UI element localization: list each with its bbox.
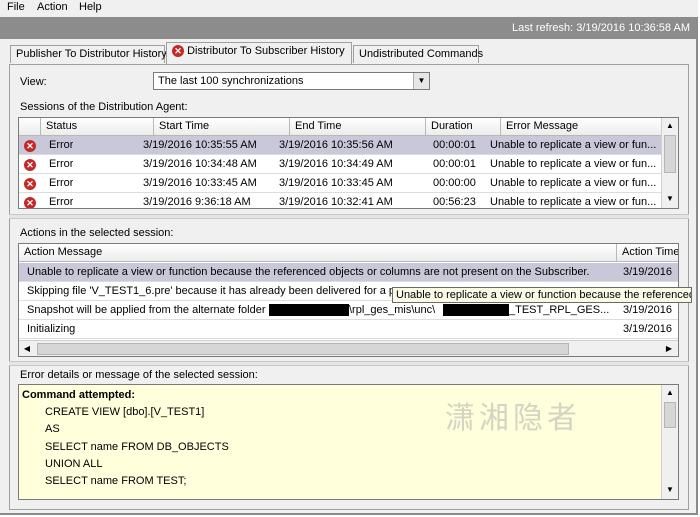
chevron-down-icon[interactable]: ▼ [413, 73, 429, 89]
tab-publisher-to-distributor[interactable]: Publisher To Distributor History [10, 45, 167, 63]
session-row[interactable]: ✕ Error 3/19/2016 10:34:48 AM 3/19/2016 … [19, 155, 663, 174]
col-action-time-header[interactable]: Action Time [617, 244, 678, 262]
sessions-vertical-scrollbar[interactable]: ▲ ▼ [661, 118, 678, 208]
action-message-part-a: Snapshot will be applied from the altern… [27, 304, 277, 316]
watermark: 潇湘隐者 [445, 401, 581, 436]
session-error: Unable to replicate a view or fun... [490, 158, 657, 170]
scroll-thumb[interactable] [664, 135, 676, 173]
scroll-thumb[interactable] [37, 343, 569, 355]
session-end: 3/19/2016 10:33:45 AM [279, 177, 393, 189]
action-time: 3/19/2016 [623, 266, 672, 278]
view-selected-value: The last 100 synchronizations [158, 75, 304, 87]
sessions-header-icon [19, 118, 41, 136]
action-row[interactable]: Unable to replicate a view or function b… [19, 263, 678, 282]
session-status: Error [49, 139, 74, 151]
sessions-label: Sessions of the Distribution Agent: [20, 101, 188, 113]
session-end: 3/19/2016 10:35:56 AM [279, 139, 393, 151]
view-dropdown[interactable]: The last 100 synchronizations ▼ [153, 72, 430, 90]
action-time: 3/19/2016 [623, 304, 672, 316]
session-start: 3/19/2016 10:33:45 AM [143, 177, 257, 189]
action-message: Skipping file 'V_TEST1_6.pre' because it… [27, 285, 399, 297]
details-line: SELECT name FROM DB_OBJECTS [45, 441, 229, 453]
tab-strip: Publisher To Distributor History ✕ Distr… [0, 39, 698, 65]
view-label: View: [20, 76, 47, 88]
session-end: 3/19/2016 10:34:49 AM [279, 158, 393, 170]
error-circle-icon: ✕ [24, 178, 36, 191]
splitter[interactable] [9, 214, 689, 219]
tab-distributor-to-subscriber[interactable]: ✕ Distributor To Subscriber History [166, 42, 352, 64]
actions-label: Actions in the selected session: [20, 227, 174, 239]
col-error-message-header[interactable]: Error Message [501, 118, 663, 136]
session-row[interactable]: ✕ Error 3/19/2016 10:35:55 AM 3/19/2016 … [19, 136, 663, 155]
session-start: 3/19/2016 9:36:18 AM [143, 196, 251, 208]
session-status: Error [49, 158, 74, 170]
col-action-message-header[interactable]: Action Message [19, 244, 617, 262]
session-duration: 00:56:23 [433, 196, 476, 208]
session-error: Unable to replicate a view or fun... [490, 196, 657, 208]
scroll-up-icon[interactable]: ▲ [662, 118, 678, 134]
details-line: UNION ALL [45, 458, 103, 470]
action-message-part-b: \rpl_ges_mis\unc\ [349, 304, 436, 316]
tab-publisher-label: Publisher To Distributor History [16, 48, 167, 60]
scroll-left-icon[interactable]: ◀ [19, 341, 35, 356]
scroll-thumb[interactable] [664, 402, 676, 428]
col-status-header[interactable]: Status [41, 118, 154, 136]
session-status: Error [49, 196, 74, 208]
sessions-grid: Status Start Time End Time Duration Erro… [18, 117, 679, 209]
session-duration: 00:00:01 [433, 139, 476, 151]
action-message: Initializing [27, 323, 76, 335]
scroll-right-icon[interactable]: ▶ [661, 341, 677, 356]
tab-distributor-label: Distributor To Subscriber History [187, 45, 345, 57]
error-circle-icon: ✕ [172, 45, 184, 58]
refresh-status-bar: Last refresh: 3/19/2016 10:36:58 AM [0, 17, 698, 39]
error-circle-icon: ✕ [24, 140, 36, 153]
session-row[interactable]: ✕ Error 3/19/2016 10:33:45 AM 3/19/2016 … [19, 174, 663, 193]
last-refresh-text: Last refresh: 3/19/2016 10:36:58 AM [512, 22, 690, 34]
scroll-up-icon[interactable]: ▲ [662, 385, 678, 401]
action-message: Unable to replicate a view or function b… [27, 266, 590, 278]
session-error: Unable to replicate a view or fun... [490, 177, 657, 189]
distribution-agent-window: File Action Help Last refresh: 3/19/2016… [0, 0, 698, 515]
action-message-part-c: _TEST_RPL_GES... [509, 304, 610, 316]
col-start-time-header[interactable]: Start Time [154, 118, 290, 136]
menu-bar: File Action Help [0, 0, 698, 17]
session-start: 3/19/2016 10:34:48 AM [143, 158, 257, 170]
details-line: SELECT name FROM TEST; [45, 475, 187, 487]
action-time: 3/19/2016 [623, 323, 672, 335]
redacted-block [443, 304, 509, 316]
details-line: CREATE VIEW [dbo].[V_TEST1] [45, 406, 205, 418]
details-label: Error details or message of the selected… [20, 369, 258, 381]
actions-horizontal-scrollbar[interactable]: ◀ ▶ [19, 340, 678, 356]
session-row[interactable]: ✕ Error 3/19/2016 9:36:18 AM 3/19/2016 1… [19, 193, 663, 208]
action-message-tooltip: Unable to replicate a view or function b… [392, 287, 692, 303]
error-circle-icon: ✕ [24, 159, 36, 172]
tab-undistributed-commands[interactable]: Undistributed Commands [353, 45, 483, 63]
col-end-time-header[interactable]: End Time [290, 118, 426, 136]
session-error: Unable to replicate a view or fun... [490, 139, 657, 151]
error-circle-icon: ✕ [24, 197, 36, 208]
action-row[interactable]: Initializing 3/19/2016 [19, 320, 678, 339]
action-row[interactable]: Snapshot will be applied from the altern… [19, 301, 678, 320]
details-line: AS [45, 423, 60, 435]
menu-file[interactable]: File [7, 1, 25, 13]
redacted-block [269, 304, 349, 316]
scroll-down-icon[interactable]: ▼ [662, 482, 678, 498]
scroll-down-icon[interactable]: ▼ [662, 191, 678, 207]
menu-action[interactable]: Action [37, 1, 68, 13]
menu-help[interactable]: Help [79, 1, 102, 13]
session-status: Error [49, 177, 74, 189]
session-duration: 00:00:00 [433, 177, 476, 189]
splitter[interactable] [9, 361, 689, 366]
session-end: 3/19/2016 10:32:41 AM [279, 196, 393, 208]
details-vertical-scrollbar[interactable]: ▲ ▼ [661, 385, 678, 499]
tab-undistributed-label: Undistributed Commands [359, 48, 484, 60]
col-duration-header[interactable]: Duration [426, 118, 501, 136]
details-heading: Command attempted: [22, 389, 136, 401]
session-start: 3/19/2016 10:35:55 AM [143, 139, 257, 151]
session-duration: 00:00:01 [433, 158, 476, 170]
